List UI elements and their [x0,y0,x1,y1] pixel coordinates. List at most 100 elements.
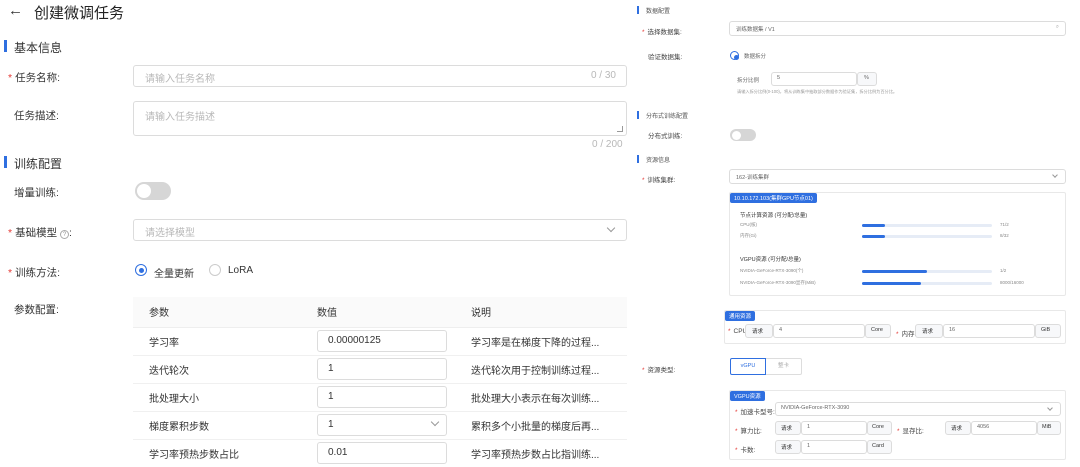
param-value: 1 [328,419,334,430]
param-value-input[interactable]: 0.01 [317,442,447,464]
cpu-label: CPU(核) [740,222,757,227]
chevron-down-icon [606,223,616,233]
gpu-model-select[interactable]: NVIDIA-GeForce-RTX-3090 [775,402,1061,416]
param-value-input[interactable]: 1 [317,386,447,408]
dist-toggle[interactable] [730,129,756,141]
gpu-mem-unit: MiB [1037,421,1061,435]
task-name-label: * 任务名称: [8,72,61,84]
res-type-full-card[interactable]: 整卡 [766,358,802,375]
method-option-lora[interactable]: LoRA [228,265,253,276]
dataset-value: 训练数据集 / V1 [736,27,775,33]
dataset-select[interactable]: 训练数据集 / V1 ⌕ [729,21,1066,36]
method-radio-lora[interactable] [209,264,221,276]
gpu-count-input[interactable]: 1 [801,440,867,454]
dataset-label: * 选择数据集: [642,29,682,36]
gpu2-value: 8000/16000 [1000,280,1024,285]
cluster-label: * 训练集群: [642,177,676,184]
method-label: * 训练方法: [8,267,61,279]
method-radio-full[interactable] [135,264,147,276]
param-desc: 累积多个小批量的梯度后再... [455,411,627,440]
cpu-value: 71/2 [1000,222,1009,227]
incremental-label: 增量训练: [14,187,59,199]
param-name: 迭代轮次 [133,355,301,384]
split-unit: % [857,72,877,86]
split-hint: 请输入拆分比例(0-100)，将从训练集中抽取部分数据作为验证集，拆分比例为百分… [737,89,898,94]
node-badge: 10.10.172.103(集群GPU节点01) [730,193,817,203]
gpu-mem-input[interactable]: 4056 [971,421,1037,435]
mem-progress [862,235,992,238]
split-input[interactable]: 5 [771,72,857,86]
param-name: 梯度累积步数 [133,411,301,440]
gpu-count-label: * 卡数: [735,447,756,454]
param-value-input[interactable]: 0.00000125 [317,330,447,352]
res-type-vgpu[interactable]: vGPU [730,358,766,375]
split-label: 拆分比例 [737,78,760,84]
vgpu-badge: VGPU资源 [730,391,765,401]
param-desc: 批处理大小表示在每次训练... [455,383,627,412]
help-circle-icon[interactable]: ? [60,230,70,239]
general-resource-badge: 通用资源 [725,311,756,321]
section-data-title: 数据配置 [646,9,671,15]
gpu1-value: 1/2 [1000,268,1007,273]
cluster-value: 162-训练集群 [736,175,770,181]
section-training-title: 训练配置 [14,157,63,171]
cpu-request-input[interactable]: 4 [773,324,865,338]
page-title: 创建微调任务 [34,5,125,22]
params-header-value: 数值 [301,297,455,328]
cpu-request-prefix: 请求 [745,324,773,338]
section-marker [637,111,639,119]
task-name-placeholder: 请输入任务名称 [145,74,215,85]
param-name: 学习率 [133,327,301,356]
mem-field-label: * 内存: [896,331,917,338]
incremental-toggle[interactable] [135,182,171,200]
param-name: 学习率预热步数占比 [133,439,301,467]
gpu2-label: NVIDIA-GeForce-RTX-3090显存(MiB) [740,280,816,285]
val-dataset-label: 验证数据集: [648,54,683,61]
table-row: 学习率 0.00000125 学习率是在梯度下降的过程... [133,327,627,356]
task-name-input[interactable]: 请输入任务名称 0 / 30 [133,65,627,87]
base-model-placeholder: 请选择模型 [145,228,195,239]
search-icon: ⌕ [1055,24,1059,30]
params-header-desc: 说明 [455,297,627,328]
task-name-counter: 0 / 30 [590,70,616,81]
section-marker [4,156,7,168]
cpu-unit: Core [865,324,891,338]
node-res-title: 节点计算资源 (可分配/总量) [740,213,808,219]
param-value-select[interactable]: 1 [317,414,447,436]
param-name: 批处理大小 [133,383,301,412]
method-option-full[interactable]: 全量更新 [154,265,194,280]
back-arrow-icon[interactable]: ← [8,2,23,19]
param-value: 0.00000125 [328,335,381,346]
param-desc: 迭代轮次用于控制训练过程... [455,355,627,384]
param-desc: 学习率是在梯度下降的过程... [455,327,627,356]
section-dist-title: 分布式训练配置 [646,114,689,120]
param-desc: 学习率预热步数占比指训练... [455,439,627,467]
table-row: 迭代轮次 1 迭代轮次用于控制训练过程... [133,355,627,384]
mem-label: 内存(Gi) [740,233,757,238]
task-desc-textarea[interactable]: 请输入任务描述 [133,101,627,136]
resize-grip-icon[interactable] [617,126,623,132]
gpu-core-unit: Core [867,421,892,435]
gpu2-progress [862,282,992,285]
base-model-label: * 基础模型 ?: [8,227,72,239]
params-label: 参数配置: [14,304,59,316]
vgpu-title: VGPU资源 (可分配/总量) [740,257,801,263]
cluster-select[interactable]: 162-训练集群 [729,169,1066,184]
val-split-radio[interactable] [730,51,739,60]
task-desc-counter: 0 / 200 [592,139,623,150]
val-split-option[interactable]: 数据拆分 [744,52,766,60]
gpu-model-label: * 加速卡型号: [735,409,775,416]
params-header-name: 参数 [133,297,301,328]
section-res-title: 资源信息 [646,158,671,164]
base-model-select[interactable]: 请选择模型 [133,219,627,241]
section-marker [4,40,7,52]
res-type-label: * 资源类型: [642,367,676,374]
cpu-progress [862,224,992,227]
chevron-down-icon [1047,405,1053,411]
table-row: 批处理大小 1 批处理大小表示在每次训练... [133,383,627,412]
gpu1-progress [862,270,992,273]
mem-request-prefix: 请求 [915,324,943,338]
mem-request-input[interactable]: 16 [943,324,1035,338]
gpu-core-input[interactable]: 1 [801,421,867,435]
param-value-input[interactable]: 1 [317,358,447,380]
